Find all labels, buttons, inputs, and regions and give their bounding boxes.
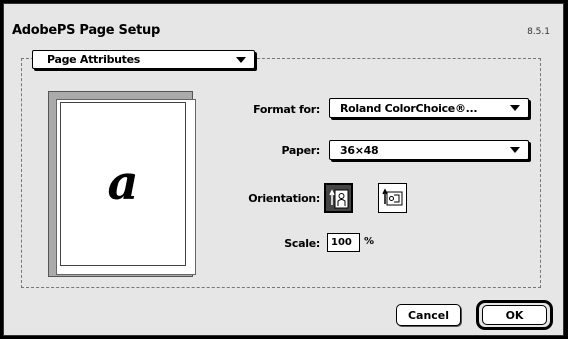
format-for-popup[interactable]: Roland ColorChoice®... xyxy=(329,98,529,118)
panel-popup[interactable]: Page Attributes xyxy=(32,50,255,69)
chevron-down-icon xyxy=(236,56,246,63)
landscape-icon xyxy=(382,188,403,206)
version-label: 8.5.1 xyxy=(527,27,550,37)
dialog-title: AdobePS Page Setup xyxy=(12,23,160,38)
format-for-label: Format for: xyxy=(253,103,320,116)
cancel-button[interactable]: Cancel xyxy=(396,304,461,326)
page-preview-letter: a xyxy=(107,155,139,211)
chevron-down-icon xyxy=(510,147,520,153)
panel-popup-value: Page Attributes xyxy=(47,53,141,66)
portrait-orientation-button[interactable] xyxy=(324,183,353,213)
ok-button[interactable]: OK xyxy=(482,305,547,325)
portrait-icon xyxy=(329,189,349,209)
paper-label: Paper: xyxy=(281,144,320,157)
orientation-label: Orientation: xyxy=(248,192,320,205)
scale-percent-label: % xyxy=(364,236,375,247)
landscape-orientation-button[interactable] xyxy=(378,183,407,213)
paper-popup[interactable]: 36×48 xyxy=(329,140,529,160)
chevron-down-icon xyxy=(510,105,520,111)
page-preview: a xyxy=(60,102,186,266)
paper-value: 36×48 xyxy=(340,143,379,157)
scale-label: Scale: xyxy=(284,237,320,250)
scale-input[interactable]: 100 xyxy=(327,233,360,252)
format-for-value: Roland ColorChoice®... xyxy=(340,101,478,115)
